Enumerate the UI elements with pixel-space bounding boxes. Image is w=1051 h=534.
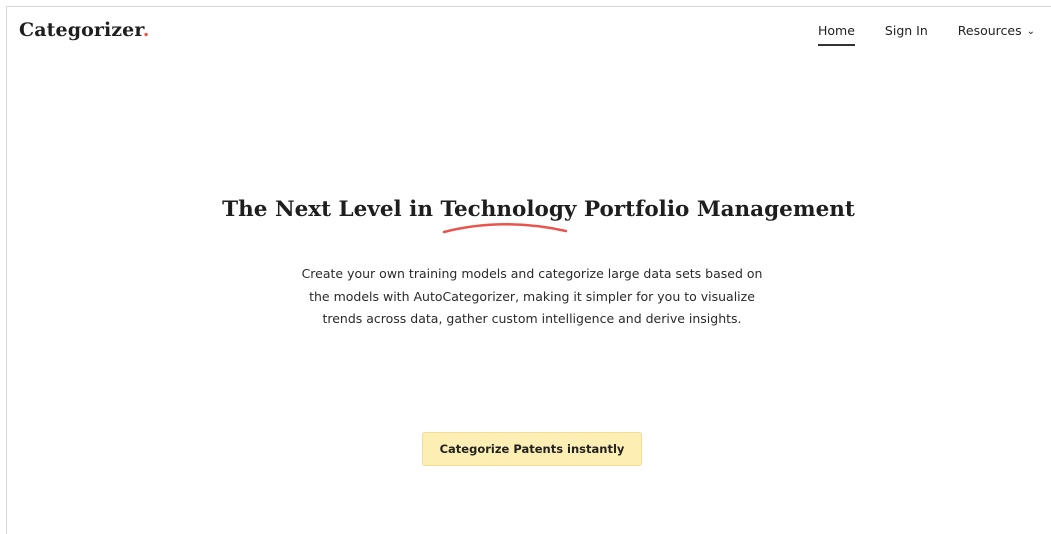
nav-link-resources[interactable]: Resources ⌄ xyxy=(958,23,1035,44)
brand-name: Categorizer xyxy=(19,19,143,41)
categorize-patents-button[interactable]: Categorize Patents instantly xyxy=(422,432,642,466)
hero-title-highlight: Technology xyxy=(440,197,577,234)
brand-logo[interactable]: Categorizer. xyxy=(19,19,149,41)
nav-link-sign-in[interactable]: Sign In xyxy=(885,23,928,44)
hero-title-after: Portfolio Management xyxy=(576,197,855,222)
page-frame: Categorizer. Home Sign In Resources ⌄ The… xyxy=(6,6,1051,534)
nav-link-home[interactable]: Home xyxy=(817,23,855,46)
chevron-down-icon: ⌄ xyxy=(1026,26,1035,37)
nav-links: Home Sign In Resources ⌄ xyxy=(817,23,1035,46)
hero-description: Create your own training models and cate… xyxy=(301,266,763,326)
underline-swoosh-icon xyxy=(443,222,568,234)
nav-link-resources-label: Resources xyxy=(957,23,1022,38)
top-navbar: Categorizer. Home Sign In Resources ⌄ xyxy=(7,7,1051,57)
hero-title-before: The Next Level in xyxy=(222,197,441,222)
hero-title-highlight-text: Technology xyxy=(440,197,577,222)
brand-dot: . xyxy=(142,19,150,41)
hero-title: The Next Level in Technology Portfolio M… xyxy=(7,197,1051,234)
